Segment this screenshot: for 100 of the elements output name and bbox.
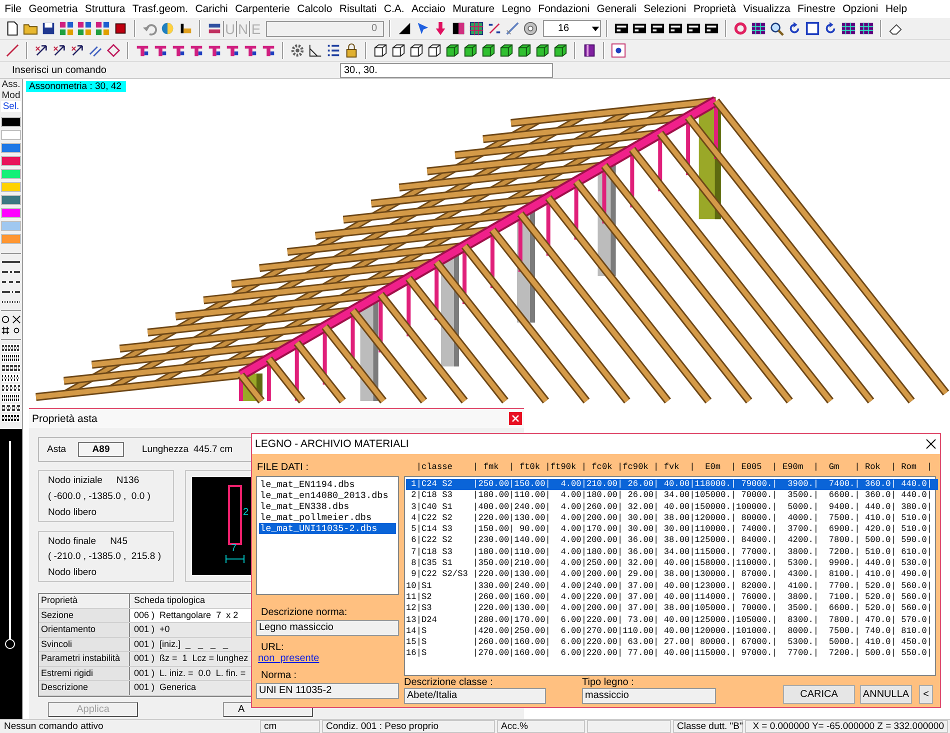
class-row[interactable]: 7|C18 S3 |180.00|110.00| 4.00|180.00| 36.00| 34.00|115000.| 77000.| 3800.| 7200.| 510.0| 610.0| <box>406 546 938 558</box>
dialog-button[interactable]: < <box>919 685 933 704</box>
layout-icon[interactable] <box>614 21 628 36</box>
hatch-pattern-icon[interactable] <box>2 344 20 352</box>
dialog-button[interactable]: CARICA <box>783 685 855 704</box>
block-grid-icon[interactable] <box>76 21 92 36</box>
menu-item[interactable]: Opzioni <box>839 3 882 15</box>
fraction-icon[interactable] <box>486 21 502 36</box>
angle-icon[interactable] <box>308 43 322 58</box>
beam-tool-icon[interactable] <box>170 43 186 58</box>
class-row[interactable]: 13|D24 |280.00|170.00| 6.00|220.00| 73.00| 40.00|125000.|105000.| 8300.| 7800.| 470.0| 570.0| <box>406 614 938 626</box>
stacked-layers-icon[interactable] <box>206 21 222 36</box>
triangle-icon[interactable] <box>396 21 412 36</box>
split-square-icon[interactable] <box>450 21 466 36</box>
class-row[interactable]: 15|S |260.00|160.00| 6.00|220.00| 63.00| 27.00| 80000.| 67000.| 5300.| 5000.| 410.0| 450.0| <box>406 637 938 648</box>
menu-item[interactable]: Acciaio <box>408 3 449 15</box>
menu-item[interactable]: Calcolo <box>294 3 336 15</box>
axis-arrow-icon[interactable] <box>52 43 66 58</box>
list-icon[interactable] <box>326 43 340 58</box>
menu-item[interactable]: Risultati <box>336 3 380 15</box>
close-icon[interactable] <box>926 439 936 449</box>
class-row[interactable]: 4|C22 S2 |220.00|130.00| 4.00|200.00| 30.00| 38.00|120000.| 80000.| 4000.| 7500.| 410.0| 510.0| <box>406 512 938 524</box>
menu-item[interactable]: Fondazioni <box>534 3 594 15</box>
menu-item[interactable]: File <box>1 3 26 15</box>
layout-icon[interactable] <box>632 21 646 36</box>
cube-outline-icon[interactable] <box>372 43 388 58</box>
menu-item[interactable]: Carichi <box>192 3 232 15</box>
mode-tab[interactable]: Ass. <box>1 79 21 90</box>
color-swatch[interactable] <box>1 208 21 218</box>
disc-icon[interactable] <box>522 21 538 36</box>
class-list[interactable] <box>404 476 936 676</box>
class-row[interactable]: 5|C14 S3 |150.00| 90.00| 4.00|170.00| 30.00| 30.00|110000.| 74000.| 3700.| 6900.| 420.0| 510.0| <box>406 524 938 536</box>
menu-item[interactable]: Selezioni <box>640 3 690 15</box>
menu-item[interactable]: Visualizza <box>740 3 794 15</box>
pixel-grid-icon[interactable] <box>840 21 856 36</box>
cube-icon[interactable] <box>516 43 532 58</box>
hash-icon[interactable] <box>1 326 10 335</box>
diagonal-line-icon[interactable] <box>504 21 520 36</box>
cube-icon[interactable] <box>480 43 496 58</box>
class-row[interactable]: 11|S2 |260.00|160.00| 4.00|220.00| 37.00| 40.00|114000.| 76000.| 3800.| 7100.| 520.0| 560.0| <box>406 592 938 604</box>
menu-item[interactable]: Struttura <box>81 3 129 15</box>
menu-item[interactable]: Geometria <box>25 3 82 15</box>
text-field[interactable]: Legno massiccio <box>256 620 399 636</box>
menu-item[interactable]: Legno <box>498 3 535 15</box>
magnifier-icon[interactable] <box>768 21 784 36</box>
file-list[interactable]: le_mat_EN1194.dbs le_mat_en14080_2013.dbs le_mat_EN338.dbs le_mat_pollmeier.dbs le_mat_UNI11035-2.dbs <box>256 476 399 595</box>
cube-icon[interactable] <box>498 43 514 58</box>
beam-tool-icon[interactable] <box>188 43 204 58</box>
layout-icon[interactable] <box>704 21 718 36</box>
beam-tool-icon[interactable] <box>242 43 258 58</box>
color-swatch[interactable] <box>1 169 21 179</box>
diamond-icon[interactable] <box>106 43 120 58</box>
hatch-pattern-icon[interactable] <box>2 354 20 362</box>
beam-tool-icon[interactable] <box>152 43 168 58</box>
data-file-name[interactable]: le_mat_en14080_2013.dbs <box>259 490 396 501</box>
class-row[interactable]: 10|S1 |330.00|240.00| 4.00|240.00| 37.00| 40.00|123000.| 82000.| 4100.| 7700.| 520.0| 560.0| <box>406 580 938 592</box>
class-row[interactable]: 8|C35 S1 |350.00|210.00| 4.00|250.00| 32.00| 40.00|158000.|110000.| 5300.| 9900.| 440.0| 530.0| <box>406 558 938 570</box>
command-field[interactable]: 30., 30. <box>340 62 553 78</box>
beam-tool-icon[interactable] <box>260 43 276 58</box>
slider-thumb[interactable] <box>5 638 15 649</box>
text-field[interactable]: Abete/Italia <box>404 688 546 704</box>
menu-item[interactable]: Murature <box>448 3 498 15</box>
hatch-pattern-icon[interactable] <box>2 374 20 382</box>
undo-icon[interactable] <box>142 21 156 36</box>
square-icon[interactable] <box>112 21 128 36</box>
beam-tool-icon[interactable] <box>134 43 150 58</box>
mode-tab[interactable]: Sel. <box>1 101 21 112</box>
hatch-pattern-icon[interactable] <box>2 384 20 392</box>
class-row[interactable]: 1|C24 S2 |250.00|150.00| 4.00|210.00| 26.00| 40.00|118000.| 79000.| 3900.| 7400.| 360.0| 440.0| <box>406 479 938 490</box>
half-circle-icon[interactable] <box>160 21 174 36</box>
color-swatch[interactable] <box>1 117 21 127</box>
block-grid-icon[interactable] <box>94 21 110 36</box>
axis-arrow-icon[interactable] <box>34 43 48 58</box>
cube-icon[interactable] <box>552 43 568 58</box>
axis-arrow-icon[interactable] <box>70 43 84 58</box>
picture-frame-icon[interactable] <box>804 21 820 36</box>
padlock-icon[interactable] <box>344 43 358 58</box>
class-row[interactable]: 6|C22 S2 |230.00|140.00| 4.00|200.00| 36.00| 38.00|125000.| 84000.| 4200.| 7800.| 500.0| 590.0| <box>406 535 938 547</box>
color-swatch[interactable] <box>1 143 21 153</box>
hatch-pattern-icon[interactable] <box>2 364 20 372</box>
mode-tab[interactable]: Mod <box>1 90 21 101</box>
cross-icon[interactable] <box>12 315 21 324</box>
data-file-name[interactable]: le_mat_EN338.dbs <box>259 501 396 512</box>
color-swatch[interactable] <box>1 195 21 205</box>
menu-item[interactable]: Proprietà <box>690 3 740 15</box>
pixel-grid-icon[interactable] <box>858 21 874 36</box>
hatch-pattern-icon[interactable] <box>2 404 20 412</box>
size-dropdown[interactable]: 16 <box>543 20 601 37</box>
circle-icon[interactable] <box>1 315 10 324</box>
url-link[interactable]: non_presente <box>258 653 320 664</box>
class-row[interactable]: 9|C22 S2/S3 |220.00|130.00| 4.00|200.00| 29.00| 38.00|130000.| 87000.| 4300.| 8100.| 410.0| 490.0| <box>406 569 938 581</box>
cube-outline-icon[interactable] <box>390 43 406 58</box>
color-swatch[interactable] <box>1 234 21 244</box>
class-row[interactable]: 12|S3 |220.00|130.00| 4.00|200.00| 37.00| 38.00|105000.| 70000.| 3500.| 6600.| 520.0| 560.0| <box>406 603 938 615</box>
menu-item[interactable]: Generali <box>593 3 640 15</box>
text-field[interactable]: massiccio <box>582 688 716 704</box>
cube-icon[interactable] <box>444 43 460 58</box>
data-file-name[interactable]: le_mat_pollmeier.dbs <box>259 512 396 523</box>
menu-item[interactable]: Help <box>882 3 911 15</box>
book-icon[interactable] <box>582 43 596 58</box>
